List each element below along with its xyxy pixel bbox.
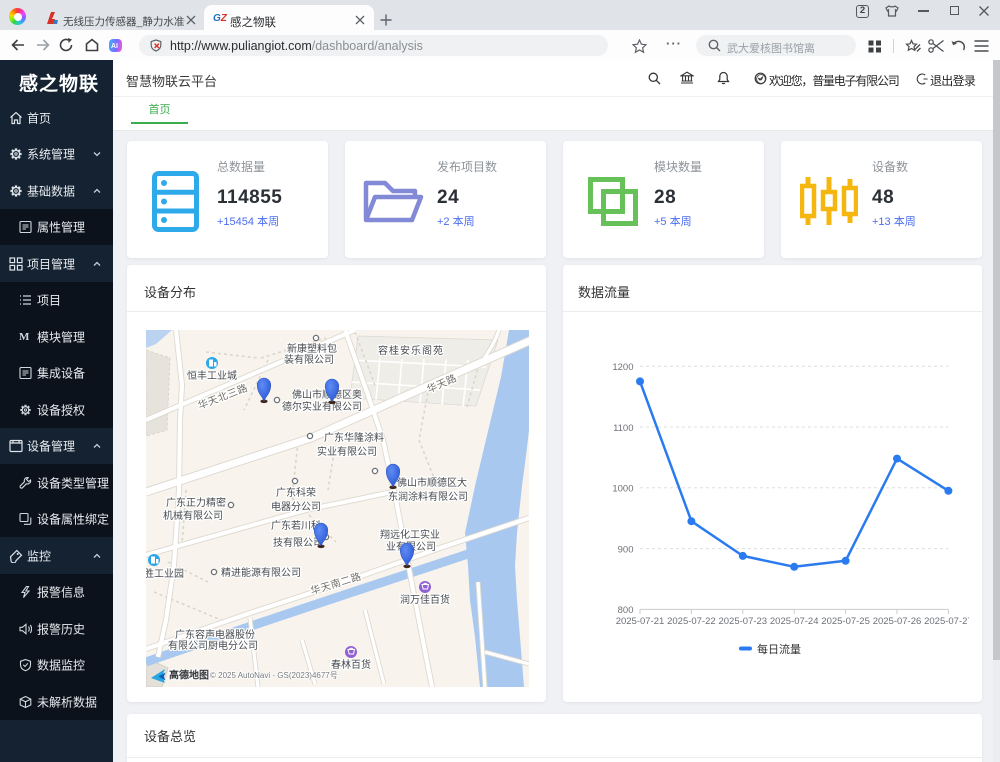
- svg-text:2025-07-26: 2025-07-26: [873, 616, 922, 627]
- svg-text:春林百货: 春林百货: [331, 658, 371, 671]
- svg-text:德尔实业有限公司: 德尔实业有限公司: [282, 400, 362, 413]
- svg-text:有限公司厨电分公司: 有限公司厨电分公司: [168, 639, 258, 652]
- svg-text:广东华隆涂料: 广东华隆涂料: [324, 431, 384, 444]
- svg-text:1200: 1200: [612, 362, 633, 373]
- svg-text:广东正力精密: 广东正力精密: [166, 496, 226, 509]
- svg-text:佛山市顺德区大: 佛山市顺德区大: [397, 476, 467, 489]
- svg-text:翔远化工实业: 翔远化工实业: [380, 528, 440, 541]
- svg-text:新康塑料包: 新康塑料包: [287, 342, 337, 355]
- svg-text:实业有限公司: 实业有限公司: [317, 445, 377, 458]
- svg-text:2025-07-27: 2025-07-27: [924, 616, 969, 627]
- svg-text:1100: 1100: [613, 423, 633, 434]
- svg-text:800: 800: [618, 605, 634, 616]
- svg-text:广东科荣: 广东科荣: [276, 486, 316, 499]
- svg-text:东润涂料有限公司: 东润涂料有限公司: [388, 490, 468, 503]
- svg-text:每日流量: 每日流量: [757, 642, 801, 656]
- svg-text:2025-07-24: 2025-07-24: [770, 616, 819, 627]
- svg-text:恒丰工业城: 恒丰工业城: [187, 369, 237, 382]
- svg-text:© 2025 AutoNavi - GS(2023)4677: © 2025 AutoNavi - GS(2023)4677号: [210, 671, 338, 680]
- svg-text:技有限公司: 技有限公司: [273, 536, 323, 549]
- svg-text:广东容声电器股份: 广东容声电器股份: [175, 628, 255, 641]
- svg-text:2025-07-21: 2025-07-21: [616, 616, 665, 627]
- svg-text:容桂安乐阁苑: 容桂安乐阁苑: [378, 344, 444, 357]
- svg-text:电器分公司: 电器分公司: [271, 500, 321, 513]
- svg-text:润万佳百货: 润万佳百货: [400, 593, 450, 606]
- svg-text:机械有限公司: 机械有限公司: [163, 509, 223, 522]
- svg-text:2025-07-22: 2025-07-22: [667, 616, 716, 627]
- svg-text:高德地图: 高德地图: [169, 669, 209, 682]
- svg-text:胜工业园: 胜工业园: [146, 568, 184, 580]
- svg-text:精进能源有限公司: 精进能源有限公司: [221, 566, 301, 579]
- svg-text:广东若川科: 广东若川科: [271, 519, 321, 532]
- svg-text:900: 900: [618, 544, 634, 555]
- svg-text:2025-07-25: 2025-07-25: [821, 616, 870, 627]
- svg-text:1000: 1000: [612, 484, 633, 495]
- svg-text:2025-07-23: 2025-07-23: [718, 616, 767, 627]
- svg-text:装有限公司: 装有限公司: [284, 353, 334, 366]
